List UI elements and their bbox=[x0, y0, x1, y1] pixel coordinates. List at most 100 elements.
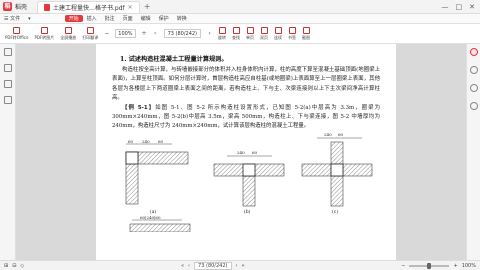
sidebar-toggle-icon[interactable]: ⊞ bbox=[4, 263, 8, 269]
status-page-nav: « ‹ 73 (80/242) › » bbox=[181, 261, 245, 270]
window-controls: — □ ✕ bbox=[442, 3, 480, 11]
dimension-label: 60 bbox=[252, 149, 258, 155]
paragraph-rules: 构造柱按全高计算，与砖墙嵌接部分的体积并入柱身体积内计算，柱的高度下算至混凝土基… bbox=[112, 67, 380, 102]
dimension-label: 60|240|60 bbox=[140, 214, 161, 220]
menu-file[interactable]: ☰ 文件 bbox=[0, 15, 24, 22]
convert-icon bbox=[13, 26, 21, 34]
menu-insert[interactable]: 插入 bbox=[83, 15, 101, 22]
continuous-icon bbox=[274, 26, 282, 34]
dimension-label: 240 bbox=[142, 138, 150, 144]
figure-c-drawing bbox=[301, 137, 373, 207]
screenshot-icon bbox=[302, 26, 310, 34]
close-button[interactable]: ✕ bbox=[469, 3, 475, 11]
paragraph-example: 【例 5-1】如图 5-1、图 5-2 所示构造柱设置形式，已知图 5-2(a)… bbox=[112, 104, 380, 132]
zoom-slider[interactable] bbox=[409, 262, 450, 269]
zoom-out-icon[interactable]: − bbox=[103, 30, 110, 37]
menu-edit[interactable]: 编辑 bbox=[137, 15, 155, 22]
bookmark-button[interactable]: 书签 bbox=[285, 25, 299, 43]
dimension-label: 60 bbox=[338, 131, 344, 137]
new-tab-icon[interactable]: + bbox=[144, 2, 151, 11]
page-number-input[interactable]: 73 (80/242) bbox=[163, 29, 202, 38]
fullscreen-button[interactable]: 全屏播放 bbox=[57, 25, 79, 43]
double-page-icon bbox=[260, 26, 268, 34]
zoom-in-icon[interactable]: + bbox=[141, 30, 148, 37]
single-page-icon bbox=[246, 26, 254, 34]
status-left: ⊞ ⊟ ◇ bbox=[0, 263, 24, 269]
dimension-label: 240 bbox=[237, 149, 245, 155]
menu-bar: ☰ 文件 ▾ 开始 插入 批注 页面 编辑 保护 转换 bbox=[0, 14, 480, 24]
double-page-button[interactable]: 双页 bbox=[257, 25, 271, 43]
menu-protect[interactable]: 保护 bbox=[155, 15, 173, 22]
zoom-in-status-icon[interactable]: + bbox=[453, 263, 457, 269]
fit-width-icon[interactable]: ⊟ bbox=[12, 263, 16, 269]
search-panel-icon[interactable] bbox=[3, 96, 12, 104]
status-page-input[interactable]: 73 (80/242) bbox=[194, 261, 232, 270]
play-icon bbox=[64, 26, 72, 34]
first-page-icon[interactable]: « bbox=[181, 263, 184, 269]
status-right: − + 100% bbox=[401, 262, 480, 269]
ribbon: PDF转Office PDF转图片 全屏播放 打印翻译 − 100% + ‹ 7… bbox=[0, 24, 480, 44]
document-tab-title: 土建工程量快…格子书.pdf bbox=[53, 4, 125, 12]
menu-annotate[interactable]: 批注 bbox=[101, 15, 119, 22]
menu-home[interactable]: 开始 bbox=[64, 15, 83, 22]
dimension-label: 240 bbox=[324, 131, 332, 137]
figure-c-label: (c) bbox=[332, 209, 339, 215]
tab-close-icon[interactable]: ✕ bbox=[128, 4, 133, 11]
app-name[interactable]: 稻壳 bbox=[15, 2, 27, 11]
last-page-icon[interactable]: » bbox=[242, 263, 245, 269]
question-heading: 1. 试述构造柱混凝土工程量计算规则。 bbox=[120, 56, 228, 63]
find-button[interactable]: 查找 bbox=[229, 25, 243, 43]
dimension-label: 60 bbox=[128, 138, 134, 144]
pdf-file-icon bbox=[44, 3, 51, 11]
next-page-icon[interactable]: › bbox=[206, 30, 213, 37]
pdf-to-image-button[interactable]: PDF转图片 bbox=[31, 25, 57, 43]
image-icon bbox=[40, 26, 48, 34]
view-mode-icon[interactable]: ◇ bbox=[20, 263, 24, 269]
print-icon bbox=[86, 26, 94, 34]
zoom-slider-knob[interactable] bbox=[427, 262, 432, 269]
zoom-group: − 100% + bbox=[101, 29, 149, 38]
ai-assistant-icon[interactable] bbox=[469, 48, 478, 56]
zoom-out-status-icon[interactable]: − bbox=[401, 263, 405, 269]
properties-icon[interactable] bbox=[469, 84, 478, 92]
zoom-input[interactable]: 100% bbox=[115, 29, 136, 38]
document-tab[interactable]: 土建工程量快…格子书.pdf ✕ bbox=[37, 0, 140, 13]
search-icon bbox=[232, 26, 240, 34]
figure-a-drawing bbox=[125, 143, 189, 205]
menu-page[interactable]: 页面 bbox=[119, 15, 137, 22]
minimize-button[interactable]: — bbox=[442, 3, 449, 11]
prev-page-status-icon[interactable]: ‹ bbox=[188, 263, 190, 269]
rotate-button[interactable]: 旋转 bbox=[215, 25, 229, 43]
document-viewer[interactable]: 1. 试述构造柱混凝土工程量计算规则。 构造柱按全高计算，与砖墙嵌接部分的体积并… bbox=[16, 44, 466, 260]
page-nav-group: ‹ 73 (80/242) › bbox=[150, 29, 215, 38]
figure-b-drawing bbox=[213, 155, 285, 207]
menu-convert[interactable]: 转换 bbox=[173, 15, 191, 22]
menu-dropdown[interactable]: ▾ bbox=[24, 16, 35, 22]
pdf-to-office-button[interactable]: PDF转Office bbox=[2, 25, 31, 43]
prev-page-icon[interactable]: ‹ bbox=[152, 30, 159, 37]
status-bar: ⊞ ⊟ ◇ « ‹ 73 (80/242) › » − + 100% bbox=[0, 260, 480, 270]
figure-d-drawing bbox=[129, 219, 191, 232]
dimension-label: 60 bbox=[158, 138, 164, 144]
maximize-button[interactable]: □ bbox=[456, 3, 463, 11]
example-label: 【例 5-1】 bbox=[122, 104, 156, 111]
rotate-icon bbox=[218, 26, 226, 34]
bookmark-panel-icon[interactable] bbox=[3, 64, 12, 72]
figure-area: 60 240 60 240 60 240 60 (a) (b) (c) 60|2… bbox=[112, 132, 380, 232]
single-page-button[interactable]: 单页 bbox=[243, 25, 257, 43]
app-logo-icon[interactable]: 稻 bbox=[3, 2, 12, 11]
annotation-panel-icon[interactable] bbox=[3, 80, 12, 88]
thumbnail-icon[interactable] bbox=[3, 48, 12, 56]
settings-icon[interactable] bbox=[469, 66, 478, 74]
next-page-status-icon[interactable]: › bbox=[236, 263, 238, 269]
continuous-button[interactable]: 连续 bbox=[271, 25, 285, 43]
figure-b-label: (b) bbox=[244, 209, 251, 215]
right-sidebar bbox=[466, 44, 480, 260]
pdf-page: 1. 试述构造柱混凝土工程量计算规则。 构造柱按全高计算，与砖墙嵌接部分的体积并… bbox=[96, 44, 396, 260]
left-sidebar bbox=[0, 44, 16, 260]
print-translate-button[interactable]: 打印翻译 bbox=[79, 25, 101, 43]
status-zoom-value: 100% bbox=[461, 262, 476, 269]
bookmark-icon bbox=[288, 26, 296, 34]
share-icon[interactable] bbox=[469, 102, 478, 110]
screenshot-button[interactable]: 截图 bbox=[299, 25, 313, 43]
